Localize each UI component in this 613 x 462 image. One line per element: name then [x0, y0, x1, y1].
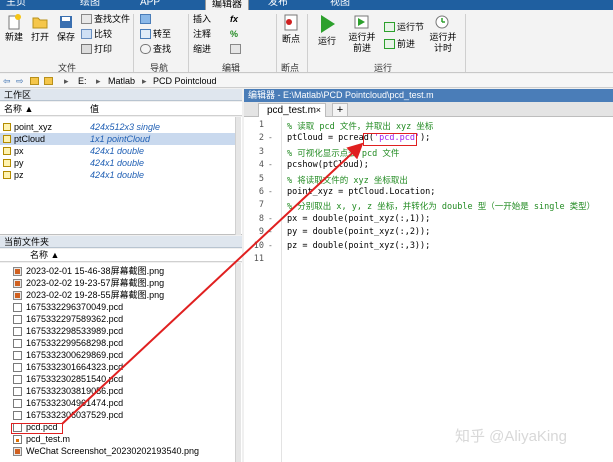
annotation-arrow — [61, 142, 364, 425]
arrow-line — [61, 142, 364, 425]
watermark: 知乎 @AliyaKing — [455, 428, 567, 445]
